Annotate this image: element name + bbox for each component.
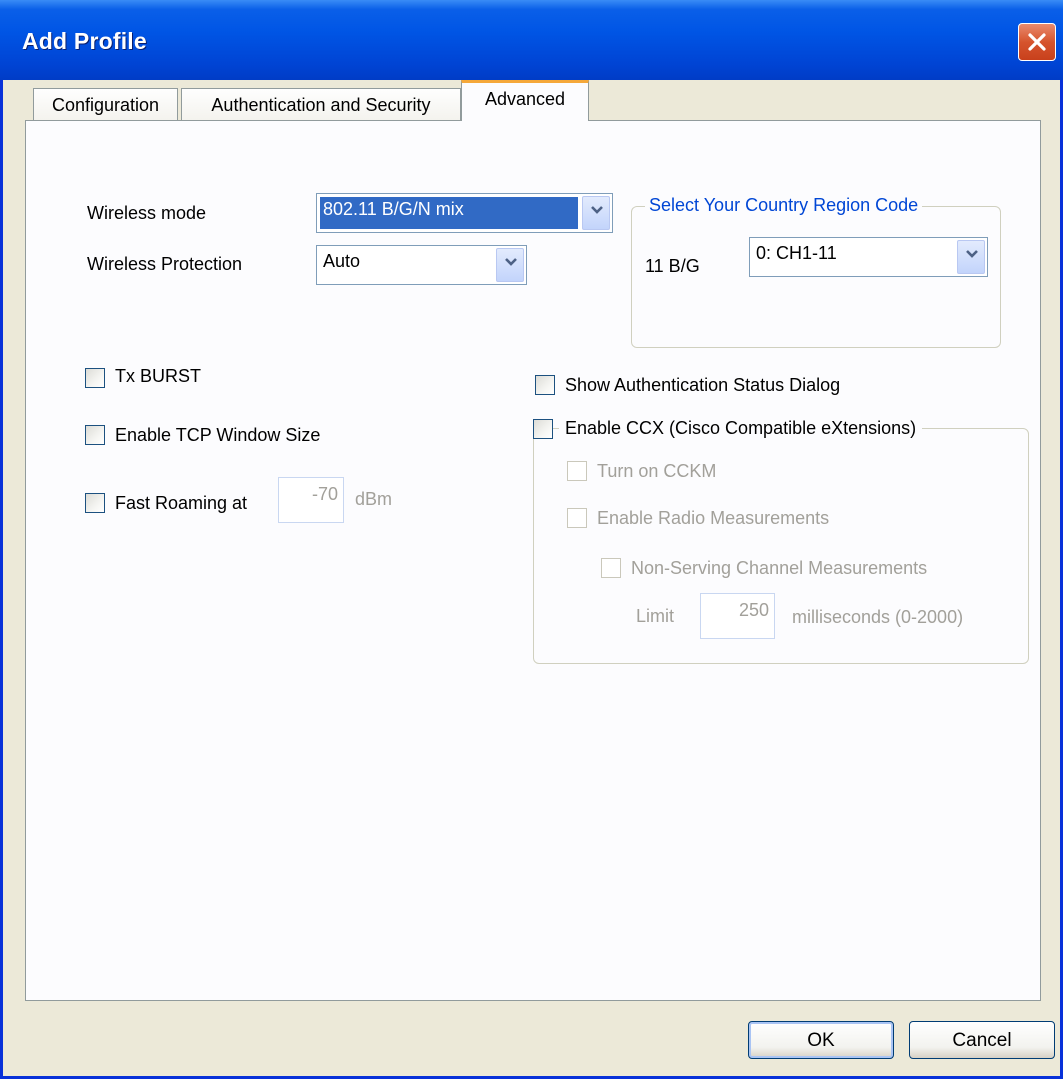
wireless-protection-select[interactable]: Auto [316,245,527,285]
close-button[interactable] [1018,23,1056,61]
tab-advanced[interactable]: Advanced [461,80,589,121]
radio-measurements-label: Enable Radio Measurements [597,508,830,528]
ok-button[interactable]: OK [748,1021,894,1059]
tcp-window-checkbox[interactable] [85,425,105,445]
show-auth-status-label: Show Authentication Status Dialog [565,375,841,395]
fast-roaming-value: -70 [311,484,338,504]
radio-measurements-checkbox[interactable] [567,508,587,528]
wireless-mode-value: 802.11 B/G/N mix [320,197,578,229]
fast-roaming-input[interactable]: -70 [278,477,344,523]
country-region-group-title: Select Your Country Region Code [645,195,923,216]
chevron-down-icon[interactable] [957,240,985,274]
window-title: Add Profile [22,28,147,54]
cancel-button[interactable]: Cancel [909,1021,1055,1059]
fast-roaming-unit: dBm [355,489,393,509]
ccx-checkbox[interactable] [533,419,553,439]
chevron-down-icon[interactable] [496,248,524,282]
tab-authentication-security-label: Authentication and Security [211,95,431,115]
non-serving-checkbox[interactable] [601,558,621,578]
wireless-protection-value: Auto [323,251,361,271]
limit-input[interactable]: 250 [700,593,775,639]
tx-burst-checkbox[interactable] [85,368,105,388]
cckm-label: Turn on CCKM [597,461,717,481]
country-region-value: 0: CH1-11 [756,243,837,263]
country-band-label: 11 B/G [645,256,700,276]
cckm-checkbox[interactable] [567,461,587,481]
country-region-select[interactable]: 0: CH1-11 [749,237,988,277]
chevron-down-icon[interactable] [582,196,610,230]
fast-roaming-checkbox[interactable] [85,493,105,513]
tab-advanced-label: Advanced [484,89,566,109]
fast-roaming-label: Fast Roaming at [115,493,248,513]
cancel-button-label: Cancel [952,1030,1012,1051]
limit-label: Limit [636,606,675,626]
ok-button-label: OK [807,1030,835,1051]
ccx-label: Enable CCX (Cisco Compatible eXtensions) [559,418,923,439]
tcp-window-label: Enable TCP Window Size [115,425,321,445]
tx-burst-label: Tx BURST [115,366,202,386]
wireless-mode-select[interactable]: 802.11 B/G/N mix [316,193,613,233]
wireless-protection-label: Wireless Protection [87,254,243,274]
tab-configuration-label: Configuration [51,95,160,115]
limit-value: 250 [738,600,769,620]
tab-configuration[interactable]: Configuration [33,88,178,120]
add-profile-dialog: Add Profile Configuration Authentication… [0,0,1063,1079]
country-region-group [631,206,1001,348]
tab-authentication-security[interactable]: Authentication and Security [181,88,461,120]
non-serving-label: Non-Serving Channel Measurements [631,558,928,578]
limit-unit: milliseconds (0-2000) [792,607,964,627]
title-bar[interactable]: Add Profile [0,0,1063,80]
wireless-mode-label: Wireless mode [87,203,207,223]
show-auth-status-checkbox[interactable] [535,375,555,395]
